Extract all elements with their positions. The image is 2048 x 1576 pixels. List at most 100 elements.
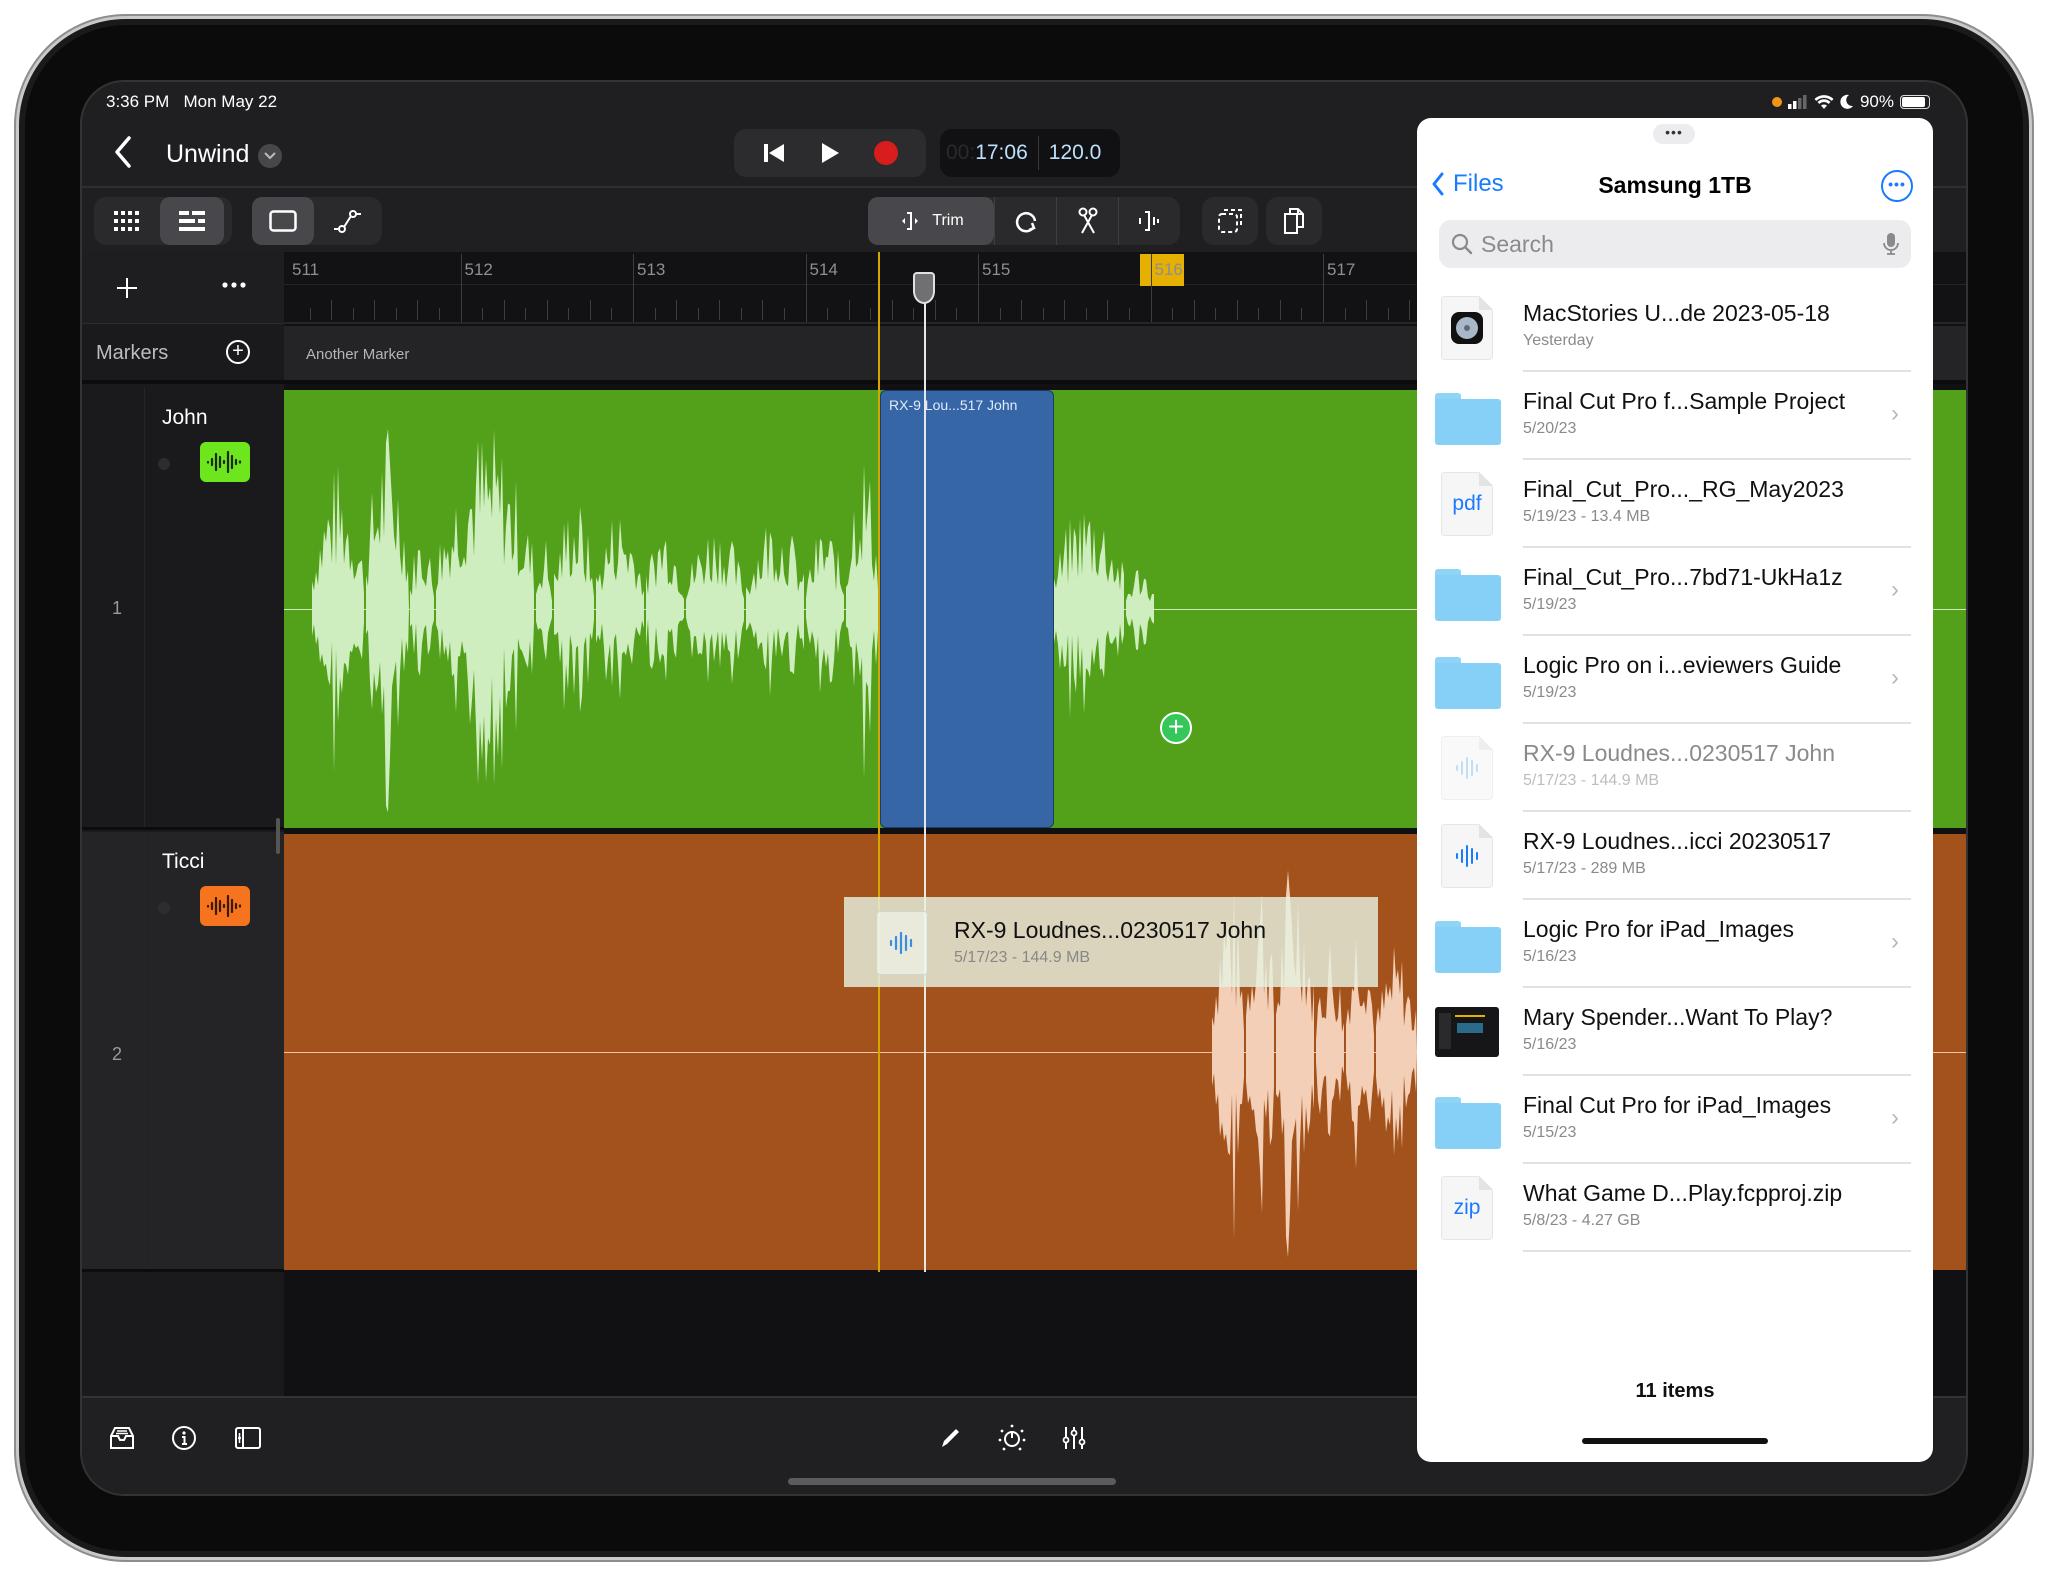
ruler-tick xyxy=(1128,308,1130,320)
file-name: MacStories U...de 2023-05-18 xyxy=(1523,300,1830,326)
waveform-icon xyxy=(206,894,242,918)
add-marker-button[interactable]: + xyxy=(226,340,250,364)
ruler-tick xyxy=(589,300,591,320)
grid-view-button[interactable] xyxy=(94,197,160,245)
cellular-icon xyxy=(1787,95,1807,109)
ruler-tick xyxy=(1172,308,1174,320)
select-tool[interactable] xyxy=(1202,197,1258,245)
add-track-button[interactable] xyxy=(116,266,138,308)
file-name: What Game D...Play.fcpproj.zip xyxy=(1523,1180,1843,1206)
file-thumbnail xyxy=(1435,648,1501,712)
search-input[interactable] xyxy=(1481,230,1883,258)
lcd-display[interactable]: 00: 17:06 120.0 xyxy=(940,129,1120,177)
ruler-tick xyxy=(1215,308,1217,320)
track-resize-handle[interactable] xyxy=(276,818,280,854)
go-to-beginning-button[interactable] xyxy=(754,133,794,173)
ruler-tick xyxy=(870,308,872,320)
track-header-ticci[interactable]: 2 Ticci xyxy=(82,832,284,1272)
more-button[interactable] xyxy=(222,264,246,295)
file-meta: 5/19/23 xyxy=(1523,684,1577,701)
smart-controls-button[interactable] xyxy=(994,1420,1030,1456)
file-meta: 5/20/23 xyxy=(1523,420,1577,437)
ruler-bar-label: 512 xyxy=(464,260,493,279)
tempo: 120.0 xyxy=(1048,141,1102,164)
track-header-john[interactable]: 1 John xyxy=(82,388,284,830)
ruler-tick xyxy=(331,300,333,320)
file-list-item[interactable]: Logic Pro on i...eviewers Guide 5/19/23 › xyxy=(1417,636,1933,724)
split-icon xyxy=(1138,211,1159,231)
ellipsis-circle-icon[interactable]: ••• xyxy=(1881,170,1913,202)
pencil-button[interactable] xyxy=(932,1420,968,1456)
slide-over-grabber[interactable]: ••• xyxy=(1653,124,1695,144)
play-button[interactable] xyxy=(810,133,850,173)
slide-over-home-bar[interactable] xyxy=(1582,1438,1768,1444)
marker-label[interactable]: Another Marker xyxy=(306,346,409,363)
file-list-item[interactable]: zip What Game D...Play.fcpproj.zip 5/8/23 … xyxy=(1417,1164,1933,1252)
ruler-tick xyxy=(848,300,850,320)
file-list-item[interactable]: pdf Final_Cut_Pro..._RG_May2023 5/19/23 - … xyxy=(1417,460,1933,548)
row-separator xyxy=(1523,1250,1911,1252)
files-search-field[interactable] xyxy=(1439,220,1911,268)
join-tool-button[interactable] xyxy=(1118,197,1178,245)
file-list-item[interactable]: Final Cut Pro f...Sample Project 5/20/23 › xyxy=(1417,372,1933,460)
file-thumbnail xyxy=(1435,560,1501,624)
ruler-tick xyxy=(1366,300,1368,320)
playhead-handle[interactable] xyxy=(913,272,935,304)
ruler-tick xyxy=(1301,308,1303,320)
ruler-tick xyxy=(374,300,376,320)
pdf-label: pdf xyxy=(1452,492,1482,515)
file-name: RX-9 Loudnes...0230517 John xyxy=(1523,740,1836,766)
file-list-item[interactable]: Final_Cut_Pro...7bd71-UkHa1z 5/19/23 › xyxy=(1417,548,1933,636)
project-title[interactable]: Unwind xyxy=(166,140,249,169)
zip-label: zip xyxy=(1453,1196,1481,1219)
select-icon xyxy=(1218,209,1242,233)
ruler-tick xyxy=(783,308,785,320)
project-menu-button[interactable] xyxy=(258,144,282,168)
region-label: RX-9 Lou...517 John xyxy=(889,397,1018,413)
browser-button[interactable] xyxy=(104,1420,140,1456)
file-list-item[interactable]: RX-9 Loudnes...icci 20230517 5/17/23 - 28… xyxy=(1417,812,1933,900)
ruler-tick xyxy=(417,300,419,320)
region-mode-button[interactable] xyxy=(252,197,314,245)
microphone-icon[interactable] xyxy=(1883,232,1899,256)
ruler-bar-label: 514 xyxy=(809,260,838,279)
automation-mode-button[interactable] xyxy=(314,197,380,245)
ruler-tick xyxy=(1042,308,1044,320)
loop-tool-button[interactable] xyxy=(994,197,1056,245)
file-list-item[interactable]: Logic Pro for iPad_Images 5/16/23 › xyxy=(1417,900,1933,988)
mixer-button[interactable] xyxy=(1056,1420,1092,1456)
time-hours: 00: xyxy=(946,141,976,164)
split-tool-button[interactable] xyxy=(1056,197,1118,245)
select-button[interactable] xyxy=(1202,197,1258,245)
status-indicators: 90% xyxy=(1771,92,1930,112)
ruler-tick xyxy=(1085,308,1087,320)
ruler-tick xyxy=(352,308,354,320)
ruler-bar-label: 516 xyxy=(1154,260,1183,279)
file-list-item[interactable]: Final Cut Pro for iPad_Images 5/15/23 › xyxy=(1417,1076,1933,1164)
file-list-item[interactable]: Mary Spender...Want To Play? 5/16/23 xyxy=(1417,988,1933,1076)
track-icon[interactable] xyxy=(200,442,250,482)
copy-tool[interactable] xyxy=(1266,197,1322,245)
chevron-down-icon xyxy=(264,152,276,160)
chevron-left-icon xyxy=(115,136,131,168)
selected-region[interactable]: RX-9 Lou...517 John xyxy=(880,390,1054,828)
back-button[interactable] xyxy=(112,134,134,177)
copy-button[interactable] xyxy=(1266,197,1322,245)
file-list-item[interactable]: MacStories U...de 2023-05-18 Yesterday xyxy=(1417,284,1933,372)
ruler-tick xyxy=(1021,300,1023,320)
inspector-button[interactable] xyxy=(230,1420,266,1456)
info-button[interactable] xyxy=(166,1420,202,1456)
ruler-tick xyxy=(525,308,527,320)
track-icon[interactable] xyxy=(200,886,250,926)
ruler-tick xyxy=(999,308,1001,320)
record-button[interactable] xyxy=(866,133,906,173)
file-list-item[interactable]: RX-9 Loudnes...0230517 John 5/17/23 - 144… xyxy=(1417,724,1933,812)
trim-tool-button[interactable]: Trim xyxy=(868,197,994,245)
file-list: MacStories U...de 2023-05-18 Yesterday Fin… xyxy=(1417,284,1933,1252)
ruler-tick xyxy=(697,308,699,320)
file-name: Final_Cut_Pro..._RG_May2023 xyxy=(1523,476,1844,502)
smart-controls-icon xyxy=(998,1424,1026,1451)
tracks-view-button[interactable] xyxy=(160,197,224,245)
file-meta: 5/16/23 xyxy=(1523,1036,1577,1053)
home-indicator[interactable] xyxy=(788,1478,1116,1485)
